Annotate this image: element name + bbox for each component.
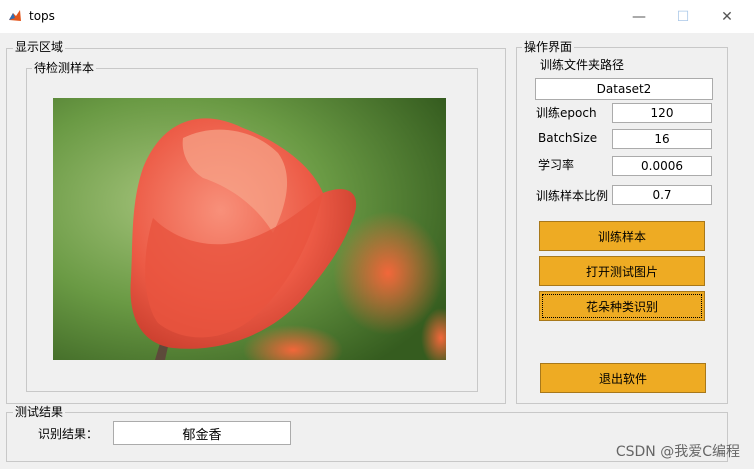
window-title: tops [29, 9, 55, 23]
close-icon: ✕ [721, 8, 733, 25]
train-button[interactable]: 训练样本 [539, 221, 705, 251]
train-ratio-label: 训练样本比例 [536, 189, 609, 203]
folder-path-input[interactable] [535, 78, 713, 100]
open-test-image-button-label: 打开测试图片 [585, 264, 658, 279]
sample-group-label: 待检测样本 [32, 61, 97, 75]
folder-label: 训练文件夹路径 [540, 58, 625, 72]
maximize-icon: ☐ [676, 8, 690, 25]
exit-button[interactable]: 退出软件 [540, 363, 706, 393]
epoch-input[interactable] [612, 103, 712, 123]
matlab-icon [8, 9, 22, 23]
train-button-label: 训练样本 [597, 229, 646, 244]
title-bar: tops — ☐ ✕ [0, 0, 754, 33]
ops-panel-label: 操作界面 [522, 40, 575, 54]
client-area: 显示区域 待检测样本 操作界面 训练文件夹路径 Dataset2 训练epoch… [0, 33, 754, 469]
exit-button-label: 退出软件 [598, 371, 647, 386]
open-test-image-button[interactable]: 打开测试图片 [539, 256, 705, 286]
minimize-icon: — [632, 8, 646, 25]
display-panel-label: 显示区域 [13, 40, 66, 54]
batchsize-input[interactable] [612, 129, 712, 149]
result-output [113, 421, 291, 445]
recognize-flower-button-label: 花朵种类识别 [585, 299, 658, 314]
csdn-watermark: CSDN @我爱C编程 [615, 444, 740, 460]
epoch-label: 训练epoch [536, 106, 597, 120]
learning-rate-input[interactable] [612, 156, 712, 176]
recognize-flower-button[interactable]: 花朵种类识别 [539, 291, 705, 321]
batchsize-label: BatchSize [538, 131, 598, 145]
train-ratio-input[interactable] [612, 185, 712, 205]
close-button[interactable]: ✕ [704, 0, 750, 33]
learning-rate-label: 学习率 [538, 158, 575, 172]
sample-image [53, 98, 446, 360]
minimize-button[interactable]: — [616, 0, 662, 33]
maximize-button[interactable]: ☐ [660, 0, 706, 33]
result-label: 识别结果： [38, 427, 99, 441]
result-panel-label: 测试结果 [13, 405, 66, 419]
